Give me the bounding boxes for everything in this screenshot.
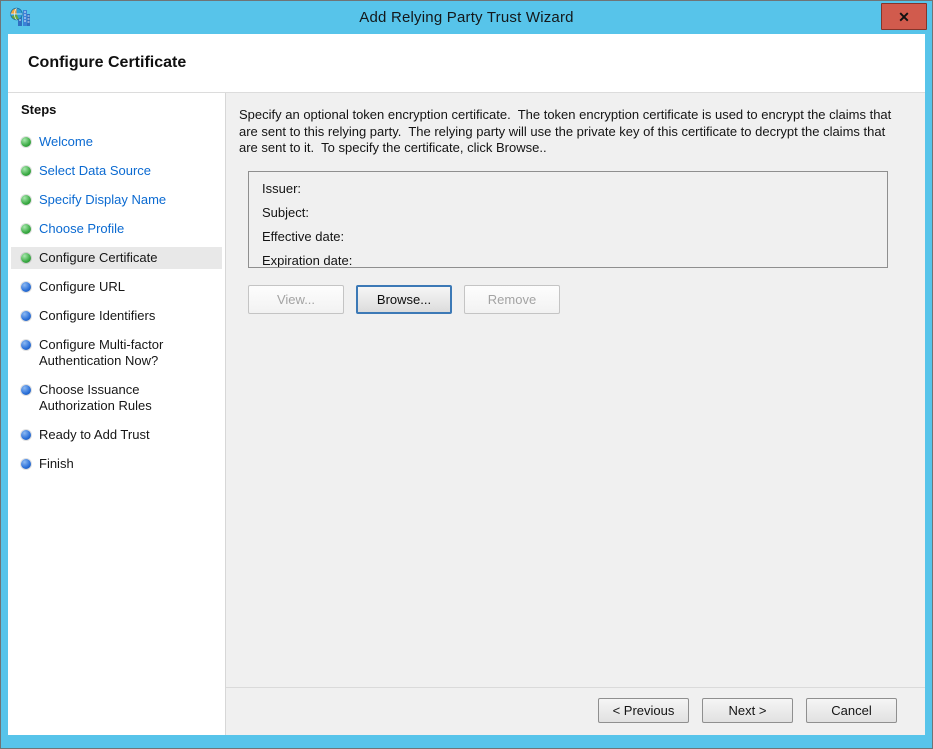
step-label: Specify Display Name	[39, 192, 166, 207]
certificate-action-buttons: View... Browse... Remove	[248, 285, 560, 314]
sidebar-item-configure-multi-factor-authentication: Configure Multi-factor Authentication No…	[11, 334, 222, 372]
step-label: Configure Certificate	[39, 250, 158, 265]
close-button[interactable]: ✕	[881, 3, 927, 30]
step-status-icon	[21, 166, 31, 176]
sidebar-item-configure-identifiers: Configure Identifiers	[11, 305, 222, 327]
sidebar-item-configure-url: Configure URL	[11, 276, 222, 298]
app-icon	[10, 7, 30, 27]
field-label: Effective date:	[262, 229, 344, 244]
content-area: Specify an optional token encryption cer…	[226, 93, 925, 735]
step-label: Configure Multi-factor Authentication No…	[39, 337, 163, 368]
wizard-window: Add Relying Party Trust Wizard ✕ Configu…	[0, 0, 933, 749]
dialog-frame: Configure Certificate Steps Welcome Sele…	[8, 34, 925, 735]
sidebar-item-choose-issuance-authorization-rules: Choose Issuance Authorization Rules	[11, 379, 222, 417]
step-label: Finish	[39, 456, 74, 471]
steps-heading: Steps	[8, 102, 225, 117]
sidebar-item-finish: Finish	[11, 453, 222, 475]
sidebar-item-choose-profile[interactable]: Choose Profile	[11, 218, 222, 240]
certificate-field-issuer: Issuer:	[262, 181, 887, 205]
cancel-button[interactable]: Cancel	[806, 698, 897, 723]
sidebar-item-ready-to-add-trust: Ready to Add Trust	[11, 424, 222, 446]
description-text: Specify an optional token encryption cer…	[239, 107, 894, 157]
field-label: Expiration date:	[262, 253, 352, 268]
sidebar-item-configure-certificate: Configure Certificate	[11, 247, 222, 269]
step-status-icon	[21, 385, 31, 395]
step-status-icon	[21, 282, 31, 292]
step-status-icon	[21, 253, 31, 263]
view-button: View...	[248, 285, 344, 314]
page-header: Configure Certificate	[8, 34, 925, 93]
footer-buttons: < Previous Next > Cancel	[598, 698, 897, 723]
step-status-icon	[21, 340, 31, 350]
step-status-icon	[21, 224, 31, 234]
steps-list: Welcome Select Data Source Specify Displ…	[11, 131, 222, 475]
step-label: Configure URL	[39, 279, 125, 294]
window-title: Add Relying Party Trust Wizard	[359, 9, 573, 26]
step-label: Configure Identifiers	[39, 308, 155, 323]
step-status-icon	[21, 195, 31, 205]
certificate-field-subject: Subject:	[262, 205, 887, 229]
sidebar-item-specify-display-name[interactable]: Specify Display Name	[11, 189, 222, 211]
steps-sidebar: Steps Welcome Select Data Source Specify…	[8, 93, 226, 735]
step-label: Choose Issuance Authorization Rules	[39, 382, 152, 413]
step-label: Ready to Add Trust	[39, 427, 150, 442]
step-label: Select Data Source	[39, 163, 151, 178]
titlebar[interactable]: Add Relying Party Trust Wizard ✕	[1, 1, 932, 34]
step-status-icon	[21, 430, 31, 440]
page-title: Configure Certificate	[28, 54, 186, 72]
next-button[interactable]: Next >	[702, 698, 793, 723]
certificate-field-expiration-date: Expiration date:	[262, 253, 887, 268]
previous-button[interactable]: < Previous	[598, 698, 689, 723]
footer-separator	[226, 687, 925, 688]
field-label: Subject:	[262, 205, 309, 220]
sidebar-item-select-data-source[interactable]: Select Data Source	[11, 160, 222, 182]
field-label: Issuer:	[262, 181, 301, 196]
certificate-summary-box: Issuer: Subject: Effective date: Expirat…	[248, 171, 888, 268]
browse-button[interactable]: Browse...	[356, 285, 452, 314]
remove-button: Remove	[464, 285, 560, 314]
step-status-icon	[21, 459, 31, 469]
certificate-field-effective-date: Effective date:	[262, 229, 887, 253]
close-icon: ✕	[898, 10, 910, 24]
step-label: Choose Profile	[39, 221, 124, 236]
step-status-icon	[21, 311, 31, 321]
step-label: Welcome	[39, 134, 93, 149]
step-status-icon	[21, 137, 31, 147]
sidebar-item-welcome[interactable]: Welcome	[11, 131, 222, 153]
